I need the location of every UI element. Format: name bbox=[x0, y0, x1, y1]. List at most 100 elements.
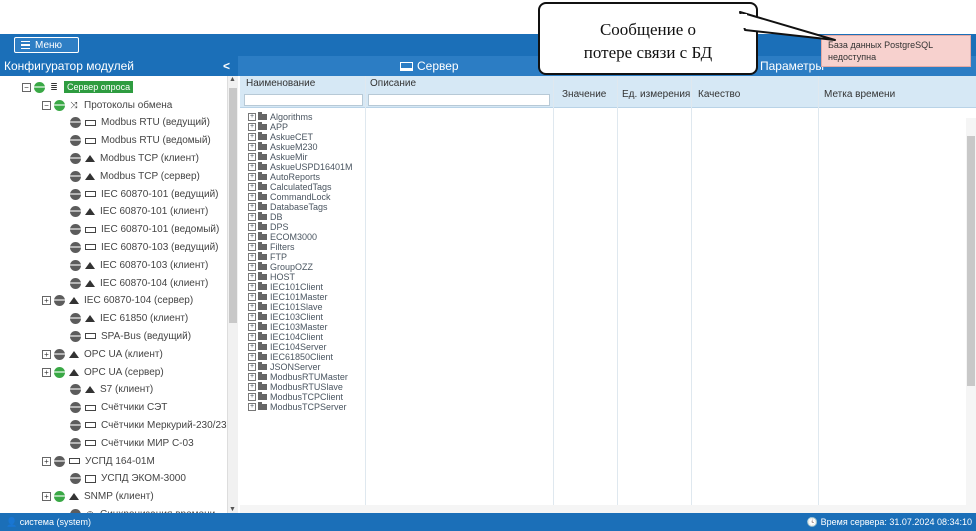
tree-item[interactable]: − ⤨ Протоколы обмена bbox=[42, 96, 172, 114]
tree-item[interactable]: + SNMP (клиент) bbox=[42, 488, 154, 506]
expand-icon[interactable]: + bbox=[248, 353, 256, 361]
expand-icon[interactable]: + bbox=[248, 233, 256, 241]
col-name-header[interactable]: Наименование bbox=[246, 78, 315, 89]
collapse-icon[interactable]: − bbox=[42, 100, 51, 110]
folder-row[interactable]: + AskueMir bbox=[248, 152, 368, 162]
folder-row[interactable]: + CommandLock bbox=[248, 192, 368, 202]
col-timestamp-header[interactable]: Метка времени bbox=[824, 89, 895, 100]
expand-icon[interactable]: + bbox=[248, 283, 256, 291]
grid-horizontal-scrollbar[interactable] bbox=[240, 505, 966, 513]
expand-icon[interactable]: + bbox=[248, 243, 256, 251]
expand-icon[interactable]: + bbox=[42, 456, 51, 466]
expand-icon[interactable]: + bbox=[248, 393, 256, 401]
folder-row[interactable]: + ECOM3000 bbox=[248, 232, 368, 242]
expand-icon[interactable]: + bbox=[248, 253, 256, 261]
col-value-header[interactable]: Значение bbox=[562, 89, 606, 100]
folder-row[interactable]: + DatabaseTags bbox=[248, 202, 368, 212]
folder-row[interactable]: + IEC101Master bbox=[248, 292, 368, 302]
expand-icon[interactable]: + bbox=[248, 313, 256, 321]
folder-row[interactable]: + IEC101Client bbox=[248, 282, 368, 292]
expand-icon[interactable]: + bbox=[248, 403, 256, 411]
expand-icon[interactable]: + bbox=[42, 367, 51, 377]
folder-row[interactable]: + DB bbox=[248, 212, 368, 222]
folder-row[interactable]: + IEC61850Client bbox=[248, 352, 368, 362]
tree-scrollbar[interactable]: ▲ ▼ bbox=[228, 76, 238, 513]
expand-icon[interactable]: + bbox=[248, 293, 256, 301]
folder-row[interactable]: + Algorithms bbox=[248, 112, 368, 122]
folder-row[interactable]: + IEC103Client bbox=[248, 312, 368, 322]
folder-row[interactable]: + IEC101Slave bbox=[248, 302, 368, 312]
expand-icon[interactable]: + bbox=[248, 143, 256, 151]
expand-icon[interactable]: + bbox=[42, 296, 51, 306]
expand-icon[interactable]: + bbox=[248, 303, 256, 311]
tree-item[interactable]: IEC 60870-101 (ведомый) bbox=[70, 221, 219, 239]
expand-icon[interactable]: + bbox=[248, 223, 256, 231]
expand-icon[interactable]: + bbox=[248, 133, 256, 141]
tree-item[interactable]: S7 (клиент) bbox=[70, 381, 153, 399]
folder-row[interactable]: + JSONServer bbox=[248, 362, 368, 372]
tab-parameters[interactable]: Параметры bbox=[760, 56, 824, 76]
expand-icon[interactable]: + bbox=[248, 113, 256, 121]
col-unit-header[interactable]: Ед. измерения bbox=[622, 89, 690, 100]
expand-icon[interactable]: + bbox=[248, 373, 256, 381]
folder-row[interactable]: + DPS bbox=[248, 222, 368, 232]
desc-filter-input[interactable] bbox=[368, 94, 550, 106]
collapse-icon[interactable]: − bbox=[22, 82, 31, 92]
expand-icon[interactable]: + bbox=[42, 349, 51, 359]
tree-item[interactable]: ◷Синхронизация времени bbox=[70, 505, 215, 513]
tree-item[interactable]: Счётчики Меркурий-230/233 bbox=[70, 416, 227, 434]
folder-row[interactable]: + IEC104Server bbox=[248, 342, 368, 352]
tree-item[interactable]: SPA-Bus (ведущий) bbox=[70, 327, 191, 345]
tree-item[interactable]: + OPC UA (сервер) bbox=[42, 363, 164, 381]
tree-item[interactable]: Modbus RTU (ведомый) bbox=[70, 132, 211, 150]
folder-row[interactable]: + CalculatedTags bbox=[248, 182, 368, 192]
tree-item[interactable]: IEC 61850 (клиент) bbox=[70, 310, 188, 328]
expand-icon[interactable]: + bbox=[248, 203, 256, 211]
name-filter-input[interactable] bbox=[244, 94, 363, 106]
folder-row[interactable]: + ModbusRTUMaster bbox=[248, 372, 368, 382]
tree-item[interactable]: + IEC 60870-104 (сервер) bbox=[42, 292, 193, 310]
expand-icon[interactable]: + bbox=[248, 153, 256, 161]
folder-row[interactable]: + AutoReports bbox=[248, 172, 368, 182]
tree-item[interactable]: IEC 60870-103 (ведущий) bbox=[70, 238, 219, 256]
expand-icon[interactable]: + bbox=[248, 193, 256, 201]
folder-row[interactable]: + APP bbox=[248, 122, 368, 132]
folder-row[interactable]: + ModbusTCPServer bbox=[248, 402, 368, 412]
folder-row[interactable]: + IEC104Client bbox=[248, 332, 368, 342]
grid-scrollbar[interactable] bbox=[966, 118, 976, 513]
collapse-panel-icon[interactable]: < bbox=[223, 56, 230, 76]
expand-icon[interactable]: + bbox=[248, 343, 256, 351]
tree-item[interactable]: IEC 60870-101 (клиент) bbox=[70, 203, 208, 221]
tree-item[interactable]: IEC 60870-104 (клиент) bbox=[70, 274, 208, 292]
scroll-up-icon[interactable]: ▲ bbox=[229, 76, 236, 83]
tree-item[interactable]: Счётчики СЭТ bbox=[70, 399, 167, 417]
tab-server[interactable]: Сервер bbox=[400, 56, 459, 76]
expand-icon[interactable]: + bbox=[248, 123, 256, 131]
folder-row[interactable]: + ModbusRTUSlave bbox=[248, 382, 368, 392]
folder-row[interactable]: + AskueM230 bbox=[248, 142, 368, 152]
tree-item[interactable]: IEC 60870-101 (ведущий) bbox=[70, 185, 219, 203]
tree-item[interactable]: УСПД ЭКОМ-3000 bbox=[70, 470, 186, 488]
folder-row[interactable]: + GroupOZZ bbox=[248, 262, 368, 272]
folder-row[interactable]: + AskueCET bbox=[248, 132, 368, 142]
tree-item[interactable]: IEC 60870-103 (клиент) bbox=[70, 256, 208, 274]
folder-row[interactable]: + HOST bbox=[248, 272, 368, 282]
tree-item[interactable]: Modbus RTU (ведущий) bbox=[70, 114, 210, 132]
expand-icon[interactable]: + bbox=[248, 263, 256, 271]
tree-item[interactable]: Modbus TCP (клиент) bbox=[70, 149, 199, 167]
folder-row[interactable]: + Filters bbox=[248, 242, 368, 252]
expand-icon[interactable]: + bbox=[248, 213, 256, 221]
col-desc-header[interactable]: Описание bbox=[370, 78, 416, 89]
col-quality-header[interactable]: Качество bbox=[698, 89, 740, 100]
expand-icon[interactable]: + bbox=[248, 323, 256, 331]
tree-item[interactable]: + OPC UA (клиент) bbox=[42, 345, 163, 363]
tree-item[interactable]: Счётчики МИР С-03 bbox=[70, 434, 194, 452]
expand-icon[interactable]: + bbox=[248, 173, 256, 181]
expand-icon[interactable]: + bbox=[248, 183, 256, 191]
tree-item[interactable]: − ≣ Сервер опроса bbox=[22, 78, 134, 96]
folder-row[interactable]: + AskueUSPD16401M bbox=[248, 162, 368, 172]
expand-icon[interactable]: + bbox=[248, 163, 256, 171]
tree-item[interactable]: + УСПД 164-01М bbox=[42, 452, 155, 470]
db-error-notification[interactable]: База данных PostgreSQL недоступна bbox=[821, 35, 971, 67]
expand-icon[interactable]: + bbox=[248, 383, 256, 391]
